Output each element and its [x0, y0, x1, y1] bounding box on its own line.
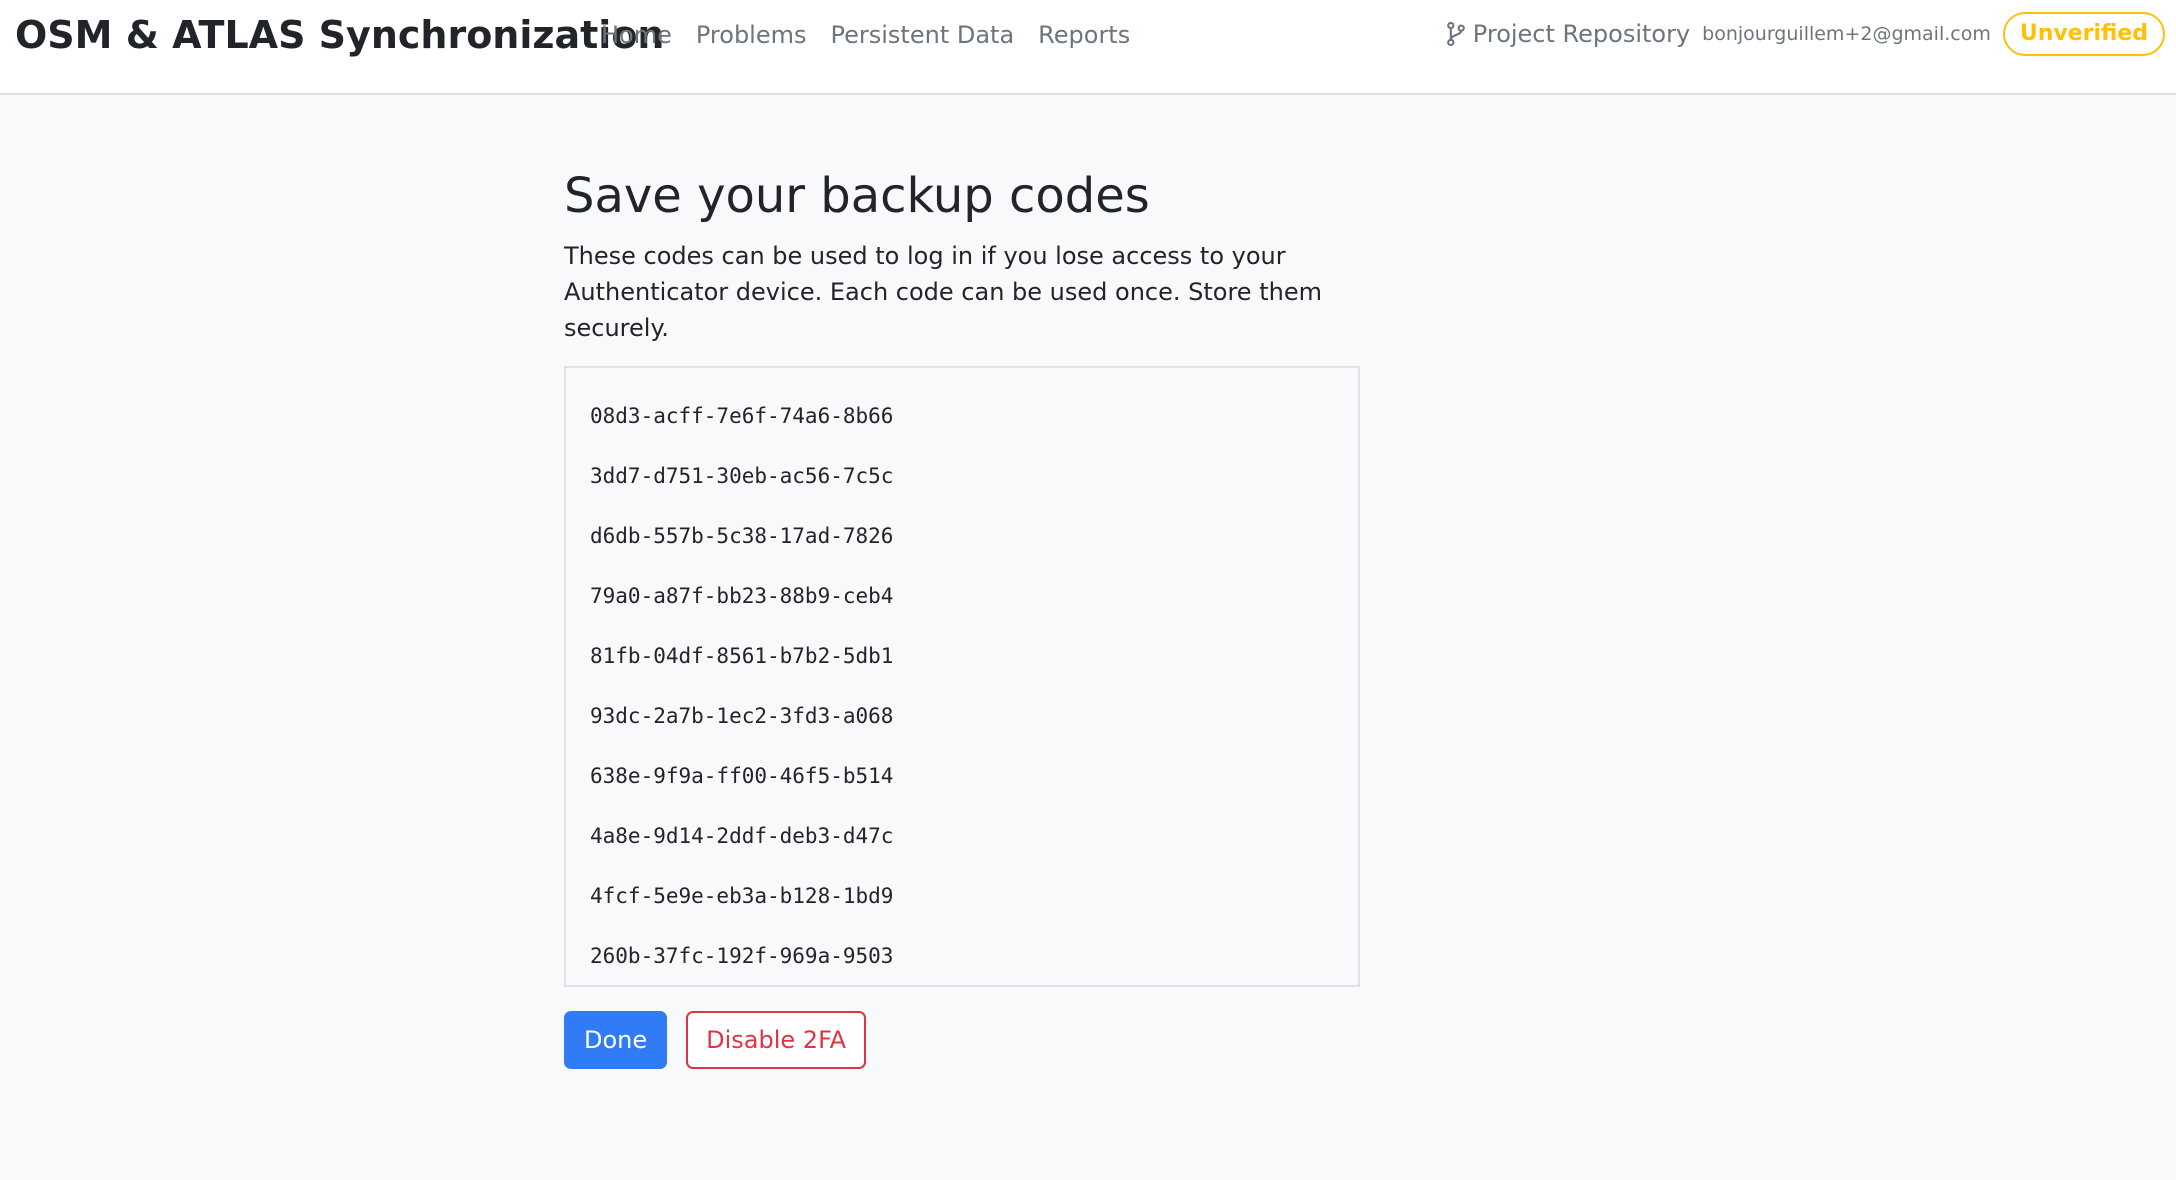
project-repository-link[interactable]: Project Repository	[1445, 20, 1690, 48]
status-badge: Unverified	[2002, 12, 2165, 56]
user-email: bonjourguillem+2@gmail.com	[1702, 23, 1991, 45]
backup-code: 08d3-acff-7e6f-74a6-8b66	[590, 404, 894, 428]
top-navbar: OSM & ATLAS Synchronization Home Problem…	[0, 0, 2176, 95]
page-description: These codes can be used to log in if you…	[564, 242, 1322, 342]
nav-link-persistent-data[interactable]: Persistent Data	[831, 18, 1015, 52]
backup-code: 260b-37fc-192f-969a-9503	[590, 944, 894, 968]
backup-code: 4a8e-9d14-2ddf-deb3-d47c	[590, 824, 894, 848]
backup-codes-box: 08d3-acff-7e6f-74a6-8b66 3dd7-d751-30eb-…	[564, 366, 1360, 987]
backup-code: 93dc-2a7b-1ec2-3fd3-a068	[590, 704, 894, 728]
backup-code: 3dd7-d751-30eb-ac56-7c5c	[590, 464, 894, 488]
backup-code: 79a0-a87f-bb23-88b9-ceb4	[590, 584, 894, 608]
git-branch-icon	[1446, 21, 1465, 47]
action-buttons: Done Disable 2FA	[564, 1011, 1360, 1069]
backup-code: d6db-557b-5c38-17ad-7826	[590, 524, 894, 548]
navbar-right: Project Repository bonjourguillem+2@gmai…	[1445, 12, 2165, 56]
page-title: Save your backup codes	[564, 168, 1150, 224]
nav-link-problems[interactable]: Problems	[696, 18, 807, 52]
nav-link-home[interactable]: Home	[601, 18, 672, 52]
disable-2fa-button[interactable]: Disable 2FA	[686, 1011, 867, 1069]
app-brand[interactable]: OSM & ATLAS Synchronization	[15, 10, 665, 60]
backup-code: 81fb-04df-8561-b7b2-5db1	[590, 644, 894, 668]
nav-link-reports[interactable]: Reports	[1038, 18, 1130, 52]
done-button[interactable]: Done	[564, 1011, 668, 1069]
backup-code: 4fcf-5e9e-eb3a-b128-1bd9	[590, 884, 894, 908]
main-nav: Home Problems Persistent Data Reports	[601, 18, 1154, 52]
project-repository-label: Project Repository	[1472, 20, 1691, 48]
backup-code: 638e-9f9a-ff00-46f5-b514	[590, 764, 894, 788]
main-content: Save your backup codes These codes can b…	[564, 160, 1360, 1069]
